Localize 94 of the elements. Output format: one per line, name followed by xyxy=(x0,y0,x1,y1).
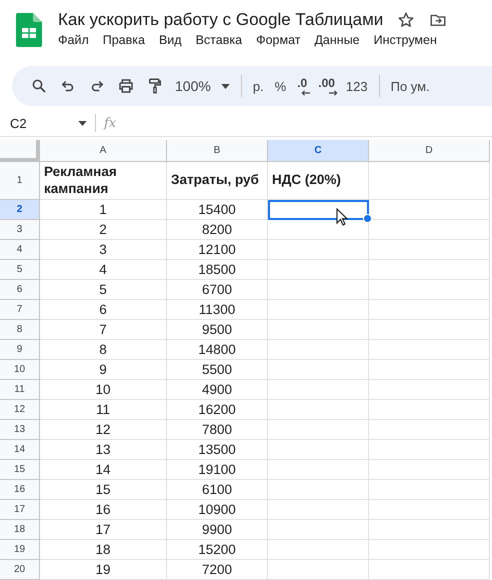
mouse-pointer-icon xyxy=(336,208,348,226)
row-header[interactable]: 19 xyxy=(0,540,40,560)
column-header[interactable]: D xyxy=(369,140,490,162)
table-cell[interactable]: Затраты, руб xyxy=(167,162,268,200)
table-cell[interactable]: 13 xyxy=(40,440,167,460)
table-cell[interactable]: 13500 xyxy=(167,440,268,460)
decrease-decimal-button[interactable]: .0 xyxy=(297,76,308,96)
menu-item[interactable]: Инструмен xyxy=(374,33,437,47)
table-cell[interactable]: 15400 xyxy=(167,200,268,220)
row-header[interactable]: 5 xyxy=(0,260,40,280)
table-cell[interactable]: 6100 xyxy=(167,480,268,500)
function-label: fx xyxy=(104,116,116,130)
row-header[interactable]: 8 xyxy=(0,320,40,340)
caret-icon xyxy=(220,84,230,88)
row-header[interactable]: 20 xyxy=(0,560,40,580)
table-cell[interactable]: 18 xyxy=(40,540,167,560)
name-box[interactable]: C2 xyxy=(10,116,70,130)
row-header[interactable]: 3 xyxy=(0,220,40,240)
table-cell[interactable]: 8200 xyxy=(167,220,268,240)
table-cell[interactable]: 2 xyxy=(40,220,167,240)
table-cell[interactable]: 4 xyxy=(40,260,167,280)
table-cell[interactable]: 14 xyxy=(40,460,167,480)
row-header[interactable]: 4 xyxy=(0,240,40,260)
table-cell[interactable]: 14800 xyxy=(167,340,268,360)
table-cell[interactable]: 9500 xyxy=(167,320,268,340)
column-header[interactable]: B xyxy=(167,140,268,162)
column-header[interactable]: C xyxy=(268,140,369,162)
menu-item[interactable]: Файл xyxy=(58,33,89,47)
left-arrow-icon xyxy=(301,90,310,96)
table-cell[interactable]: 19100 xyxy=(167,460,268,480)
row-header[interactable]: 13 xyxy=(0,420,40,440)
table-cell[interactable]: 16200 xyxy=(167,400,268,420)
table-cell[interactable]: 17 xyxy=(40,520,167,540)
table-cell[interactable]: Рекламная кампания xyxy=(40,162,167,200)
row-header[interactable]: 14 xyxy=(0,440,40,460)
document-title[interactable]: Как ускорить работу с Google Таблицами xyxy=(58,10,384,30)
table-cell[interactable]: 12100 xyxy=(167,240,268,260)
print-icon[interactable] xyxy=(117,77,135,95)
fill-handle[interactable] xyxy=(363,214,372,223)
table-cell[interactable]: 10900 xyxy=(167,500,268,520)
column-header[interactable]: A xyxy=(40,140,167,162)
menu-item[interactable]: Формат xyxy=(256,33,300,47)
table-cell[interactable]: 9900 xyxy=(167,520,268,540)
star-icon[interactable] xyxy=(397,11,416,29)
sheets-logo-icon[interactable] xyxy=(16,13,42,47)
table-cell[interactable]: 7800 xyxy=(167,420,268,440)
row-header[interactable]: 7 xyxy=(0,300,40,320)
table-cell[interactable]: 4900 xyxy=(167,380,268,400)
row-header[interactable]: 1 xyxy=(0,162,40,200)
table-cell[interactable]: 12 xyxy=(40,420,167,440)
row-header[interactable]: 9 xyxy=(0,340,40,360)
menu-item[interactable]: Вид xyxy=(158,33,182,47)
row-header[interactable]: 10 xyxy=(0,360,40,380)
row-header[interactable]: 12 xyxy=(0,400,40,420)
row-header[interactable]: 2 xyxy=(0,200,40,220)
table-cell[interactable]: 6 xyxy=(40,300,167,320)
table-cell[interactable]: 10 xyxy=(40,380,167,400)
table-cell[interactable]: 15200 xyxy=(167,540,268,560)
table-cell[interactable]: 8 xyxy=(40,340,167,360)
toolbar-button[interactable]: % xyxy=(274,78,286,94)
caret-icon[interactable] xyxy=(78,120,87,126)
row-header[interactable]: 15 xyxy=(0,460,40,480)
zoom-dropdown[interactable]: 100% xyxy=(175,78,230,94)
toolbar-button[interactable]: р. xyxy=(252,78,264,94)
table-cell[interactable]: 11 xyxy=(40,400,167,420)
table-cell[interactable]: 15 xyxy=(40,480,167,500)
menu-item[interactable]: Вставка xyxy=(196,33,242,47)
table-cell[interactable]: 1 xyxy=(40,200,167,220)
row-header[interactable]: 17 xyxy=(0,500,40,520)
table-cell[interactable]: 9 xyxy=(40,360,167,380)
search-icon[interactable] xyxy=(30,77,48,95)
table-cell[interactable]: 7200 xyxy=(167,560,268,580)
select-all-corner[interactable] xyxy=(0,140,40,162)
row-header[interactable]: 6 xyxy=(0,280,40,300)
table-cell[interactable]: 6700 xyxy=(167,280,268,300)
right-arrow-icon xyxy=(328,90,338,96)
table-cell[interactable]: 11300 xyxy=(167,300,268,320)
menu-item[interactable]: Данные xyxy=(314,33,360,47)
table-cell[interactable]: 19 xyxy=(40,560,167,580)
table-cell[interactable]: 5500 xyxy=(167,360,268,380)
table-cell[interactable]: 7 xyxy=(40,320,167,340)
table-cell[interactable]: 18500 xyxy=(167,260,268,280)
menu-item[interactable]: Правка xyxy=(102,33,145,47)
row-header[interactable]: 18 xyxy=(0,520,40,540)
toolbar-button[interactable]: 123 xyxy=(346,78,368,94)
row-header[interactable]: 16 xyxy=(0,480,40,500)
table-cell[interactable]: 5 xyxy=(40,280,167,300)
table-cell[interactable]: 3 xyxy=(40,240,167,260)
increase-decimal-button[interactable]: .00 xyxy=(318,76,335,96)
paint-roller-icon[interactable] xyxy=(146,77,164,95)
table-cell[interactable]: 16 xyxy=(40,500,167,520)
toolbar-button[interactable]: По ум. xyxy=(390,78,430,94)
row-header[interactable]: 11 xyxy=(0,380,40,400)
table-cell[interactable]: НДС (20%) xyxy=(268,162,369,200)
